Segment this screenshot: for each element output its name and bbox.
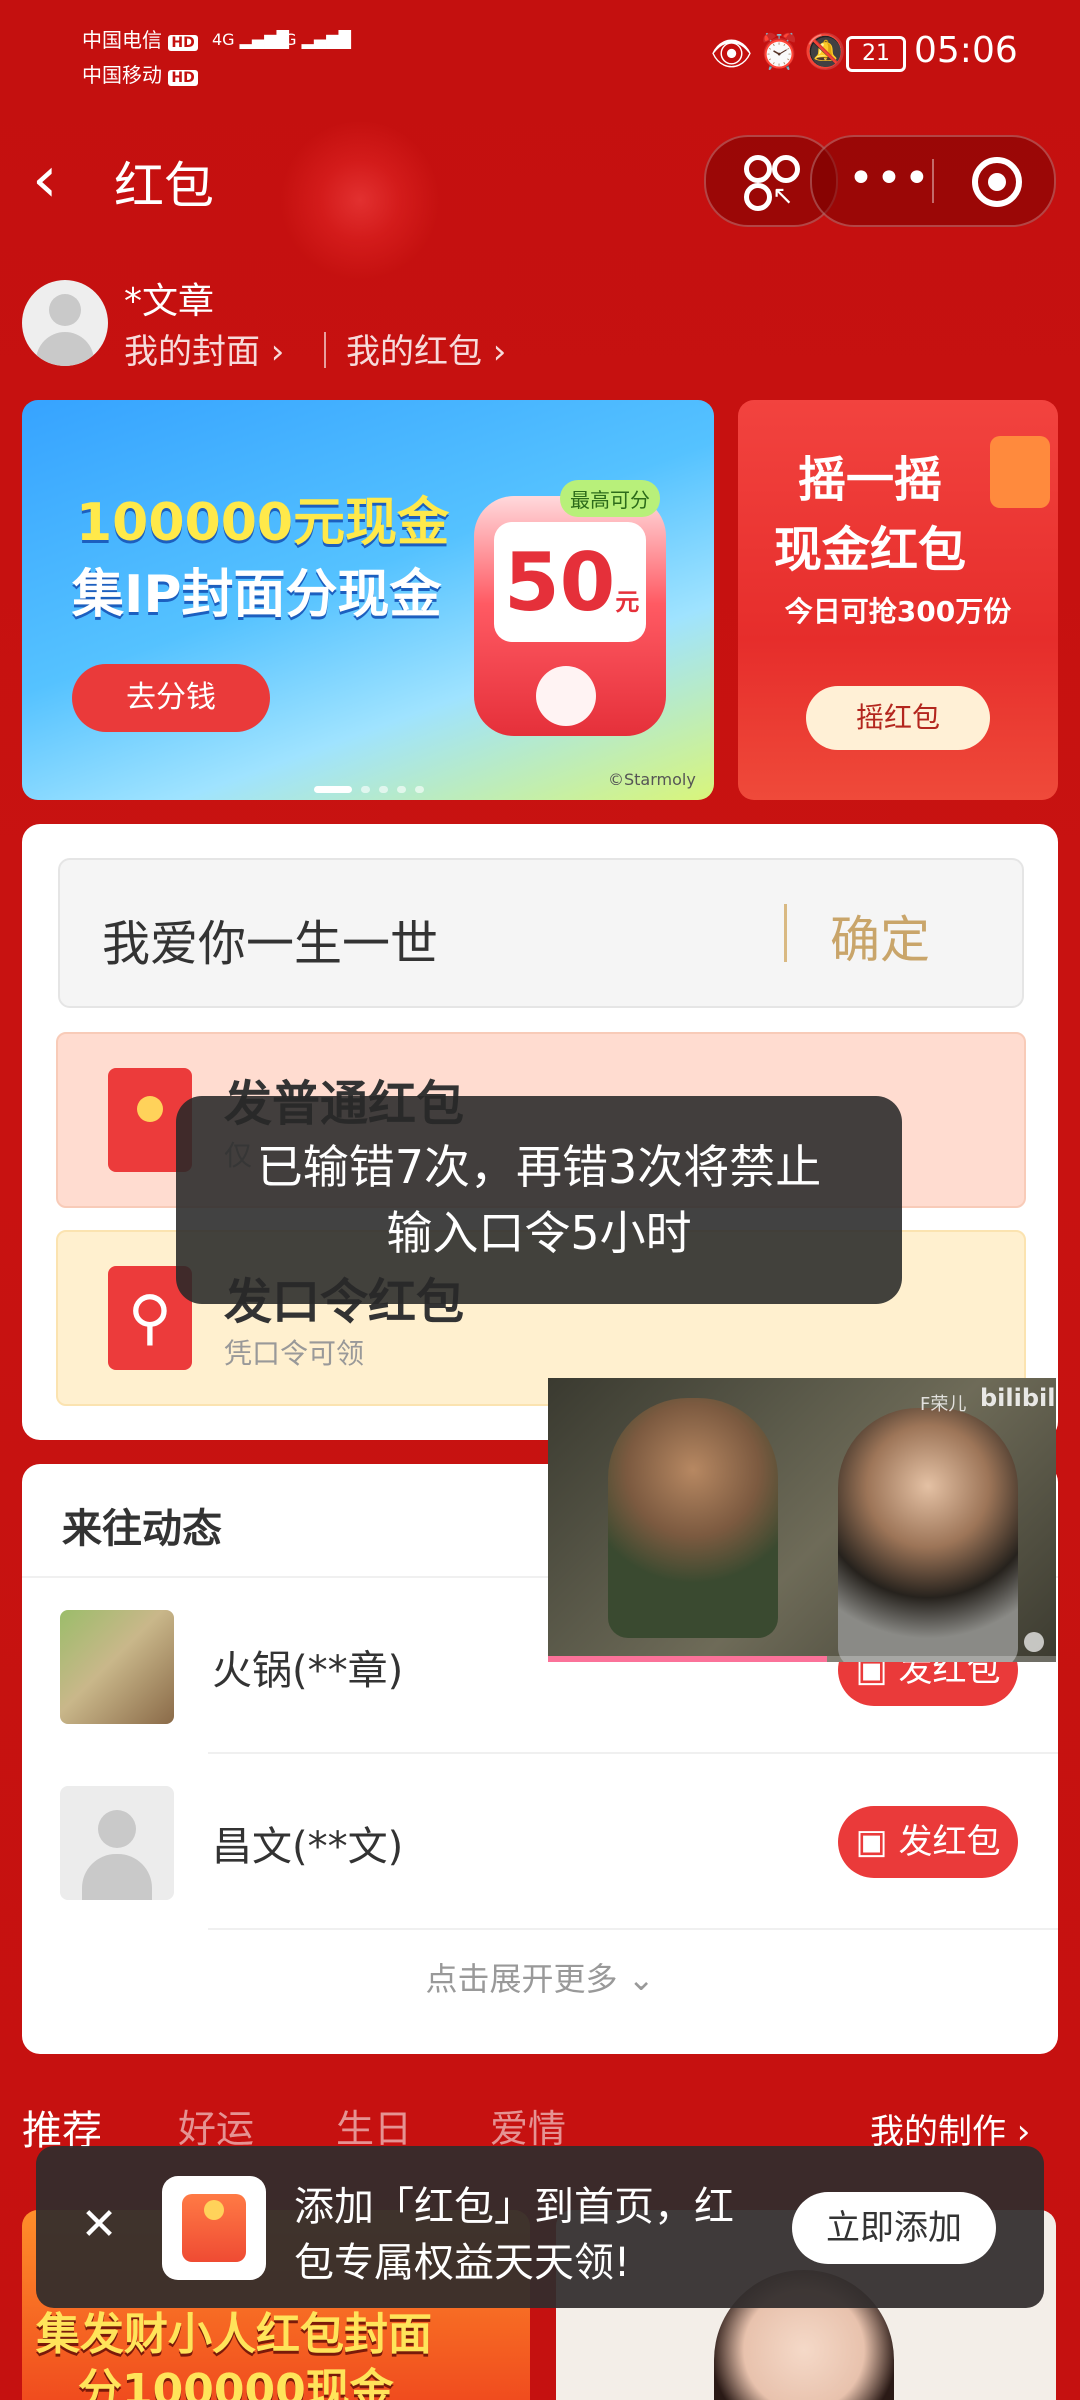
go-share-button[interactable]: 去分钱	[72, 664, 270, 732]
toast-line-2: 输入口令5小时	[386, 1206, 692, 1260]
shake-button[interactable]: 摇红包	[806, 686, 990, 750]
page-title: 红包	[114, 157, 214, 215]
carousel-dots	[314, 778, 425, 797]
video-handle[interactable]	[1024, 1632, 1044, 1652]
divider	[932, 159, 934, 203]
avatar	[60, 1610, 174, 1724]
avatar[interactable]	[22, 280, 108, 366]
toast-line-1: 已输错7次，再错3次将禁止	[256, 1140, 822, 1194]
gift-icon: ▣	[855, 1822, 888, 1862]
close-banner-button[interactable]: ✕	[66, 2192, 132, 2258]
firework-decoration	[280, 120, 440, 280]
chevron-right-icon: ›	[482, 332, 507, 372]
battery-icon: 21	[846, 36, 906, 72]
error-toast: 已输错7次，再错3次将禁止 输入口令5小时	[176, 1096, 902, 1304]
alarm-icon: ⏰	[758, 32, 801, 72]
clock: 05:06	[914, 30, 1018, 71]
list-item[interactable]: 昌文(**文) ▣ 发红包	[22, 1754, 1058, 1930]
video-progress-fill	[548, 1656, 828, 1662]
user-placeholder-icon	[98, 1810, 136, 1848]
envelope-icon	[990, 436, 1050, 508]
tab-love[interactable]: 爱情	[490, 2098, 566, 2153]
max-amount: 50元	[504, 536, 640, 629]
hd-badge: HD	[168, 35, 198, 51]
shake-banner[interactable]: 摇一摇 现金红包 今日可抢300万份 摇红包	[738, 400, 1058, 800]
shake-title-1: 摇一摇	[797, 452, 942, 508]
hd-badge: HD	[168, 70, 198, 86]
send-packet-button[interactable]: ▣ 发红包	[838, 1806, 1018, 1878]
contact-name: 火锅(**章)	[212, 1648, 404, 1694]
tab-birthday[interactable]: 生日	[336, 2098, 412, 2153]
promo-banner-carousel[interactable]: 100000元现金 集IP封面分现金 去分钱 最高可分 50元 ©Starmol…	[22, 400, 714, 800]
video-progress-track	[548, 1656, 1056, 1662]
banner-headline-2: 集IP封面分现金	[72, 565, 442, 625]
chevron-down-icon: ⌄	[627, 1960, 655, 1998]
shake-subtitle: 今日可抢300万份	[784, 595, 1012, 628]
divider	[784, 904, 787, 962]
my-packets-link[interactable]: 我的红包 ›	[346, 324, 506, 373]
red-packet-illustration: 最高可分 50元	[474, 480, 666, 736]
option-subtitle: 凭口令可领	[224, 1337, 365, 1370]
password-input[interactable]: 我爱你一生一世 确定	[58, 858, 1024, 1008]
back-button[interactable]: ‹	[32, 140, 92, 220]
more-button[interactable]: •••	[812, 137, 932, 225]
shake-title-2: 现金红包	[773, 522, 966, 578]
mute-icon: 🔕	[804, 32, 847, 72]
my-cover-link[interactable]: 我的封面 ›	[124, 324, 284, 373]
tab-luck[interactable]: 好运	[178, 2098, 254, 2153]
banner-credit: ©Starmoly	[608, 770, 696, 789]
banner-text-1: 添加「红包」到首页，红	[294, 2184, 734, 2230]
bilibili-logo: bilibili	[980, 1384, 1056, 1412]
add-now-button[interactable]: 立即添加	[792, 2192, 996, 2264]
floating-video-player[interactable]: F荣儿 bilibili	[548, 1378, 1056, 1662]
max-badge: 最高可分	[560, 480, 660, 517]
more-dots-icon: •••	[848, 153, 932, 204]
app-icon	[162, 2176, 266, 2280]
carrier-1: 中国电信	[82, 28, 162, 52]
password-value: 我爱你一生一世	[102, 916, 439, 972]
user-placeholder-icon	[49, 294, 81, 326]
close-icon: ✕	[80, 2199, 118, 2250]
divider	[324, 332, 326, 368]
eye-icon: 👁	[710, 34, 754, 74]
signal-icon: 4G ▂▄▆█	[274, 30, 351, 49]
section-title: 来往动态	[62, 1506, 222, 1552]
carrier-2: 中国移动	[82, 63, 162, 87]
expand-more-button[interactable]: 点击展开更多 ⌄	[22, 1954, 1058, 2000]
video-person-left	[608, 1398, 778, 1638]
status-bar: 中国电信 HD 中国移动 HD 4G ▂▄▆█ 4G ▂▄▆█ 👁 ⏰ 🔕 21…	[0, 0, 1080, 110]
capsule-menu: •••	[810, 135, 1056, 227]
target-icon	[972, 157, 1022, 207]
video-person-right	[838, 1408, 1018, 1662]
chevron-left-icon: ‹	[32, 143, 58, 217]
scan-icon: ↖	[744, 155, 800, 211]
add-to-home-banner: ✕ 添加「红包」到首页，红 包专属权益天天领! 立即添加	[36, 2146, 1044, 2308]
chevron-right-icon: ›	[260, 332, 285, 372]
banner-headline-1: 100000元现金	[76, 493, 450, 553]
contact-name: 昌文(**文)	[212, 1824, 404, 1870]
avatar	[60, 1786, 174, 1900]
banner-text-2: 包专属权益天天领!	[294, 2240, 631, 2286]
video-watermark: F荣儿	[920, 1394, 967, 1415]
close-miniprogram-button[interactable]	[936, 137, 1054, 225]
cover-title-2: 分100000现金	[78, 2365, 394, 2400]
profile-name: *文章	[124, 281, 215, 322]
confirm-button[interactable]: 确定	[830, 900, 930, 972]
divider	[208, 1928, 1058, 1930]
